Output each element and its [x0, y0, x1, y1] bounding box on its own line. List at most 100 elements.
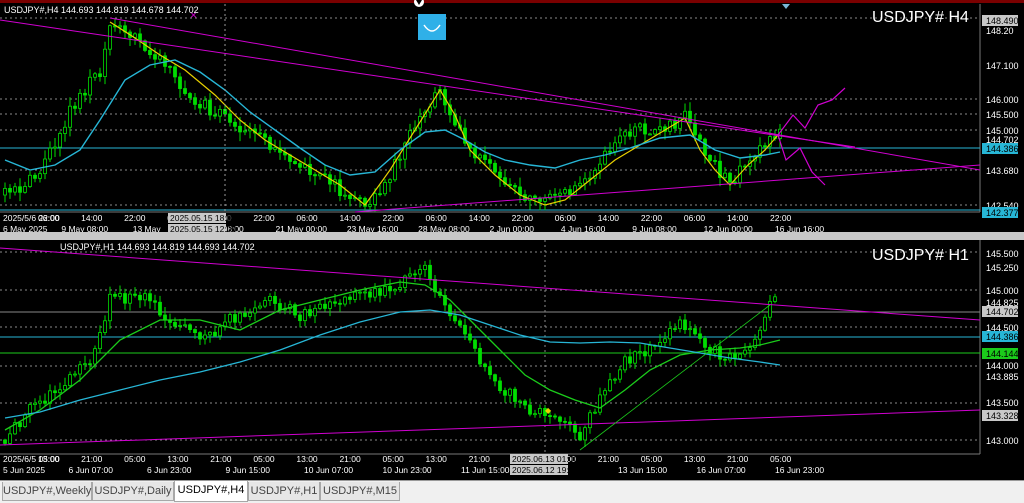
- candle-body: [598, 163, 602, 171]
- diamond-marker[interactable]: ◆: [545, 406, 552, 415]
- candle-body: [238, 312, 242, 323]
- trendlines-h4[interactable]: [0, 17, 981, 213]
- candle-body: [343, 296, 347, 305]
- candle-body: [128, 293, 132, 304]
- time-axis-label: 05:00: [770, 454, 792, 464]
- candle-body: [208, 331, 212, 336]
- shift-marker-icon[interactable]: [782, 4, 790, 9]
- time-axis-label: 05:00: [383, 454, 405, 464]
- tab-h1[interactable]: USDJPY#,H1: [248, 482, 320, 501]
- tab-m15[interactable]: USDJPY#,M15: [320, 482, 400, 501]
- chart-canvas-h1[interactable]: ◆ USDJPY#,H1 144.693 144.819 144.693 144…: [0, 240, 1024, 478]
- candle-body: [563, 420, 567, 423]
- candle-body: [553, 193, 557, 196]
- chart-canvas-h4[interactable]: × USDJPY#,H4 144.693 144.819 144.678 144…: [0, 0, 1024, 232]
- date-axis-label: 9 Jun 15:00: [226, 465, 271, 475]
- candle-body: [33, 402, 37, 405]
- candle-body: [668, 328, 672, 340]
- candle-body: [228, 314, 232, 323]
- candle-body: [678, 319, 682, 330]
- candle-body: [533, 195, 537, 199]
- candle-body: [208, 99, 212, 116]
- price-axis-label: 148.20: [986, 26, 1014, 36]
- chart-pane-h4[interactable]: × USDJPY#,H4 144.693 144.819 144.678 144…: [0, 0, 1024, 232]
- candle-body: [603, 390, 607, 396]
- candle-body: [508, 388, 512, 396]
- candle-body: [488, 366, 492, 376]
- candle-body: [78, 364, 82, 375]
- pane-separator[interactable]: [0, 232, 1024, 240]
- date-axis-label: 11 Jun 15:00: [461, 465, 510, 475]
- time-axis-label: 22:00: [641, 213, 663, 223]
- candle-body: [388, 286, 392, 292]
- candle-body: [608, 150, 612, 153]
- candle-body: [38, 173, 42, 179]
- candle-body: [348, 194, 352, 199]
- tab-weekly[interactable]: USDJPY#,Weekly: [2, 482, 92, 501]
- candle-body: [728, 353, 732, 361]
- tab-h4[interactable]: USDJPY#,H4: [174, 481, 248, 502]
- trendlines-h1[interactable]: [0, 247, 981, 446]
- candle-body: [33, 174, 37, 179]
- candle-body: [253, 307, 257, 314]
- candle-body: [298, 314, 302, 322]
- candle-body: [63, 126, 67, 134]
- candle-body: [303, 309, 307, 322]
- candle-body: [353, 291, 357, 300]
- candle-body: [623, 131, 627, 137]
- candle-body: [88, 76, 92, 96]
- candle-body: [308, 309, 312, 317]
- time-axis-label: 06:00: [684, 213, 706, 223]
- candle-body: [138, 33, 142, 42]
- candle-body: [478, 154, 482, 159]
- candle-body: [378, 193, 382, 196]
- candle-body: [673, 328, 677, 330]
- candle-body: [63, 385, 67, 391]
- candle-body: [198, 104, 202, 109]
- candle-body: [68, 374, 72, 386]
- candle-body: [373, 193, 377, 205]
- candle-body: [358, 291, 362, 294]
- candle-body: [728, 172, 732, 183]
- candle-body: [538, 408, 542, 415]
- candle-body: [78, 92, 82, 109]
- candle-body: [463, 324, 467, 335]
- time-axis-label: 13:00: [38, 454, 60, 464]
- candle-body: [153, 54, 157, 60]
- date-axis-label: 21 May 00:00: [275, 224, 327, 232]
- candle-body: [418, 269, 422, 275]
- candle-body: [693, 122, 697, 136]
- tab-daily[interactable]: USDJPY#,Daily: [92, 482, 174, 501]
- candle-body: [88, 363, 92, 366]
- candle-body: [93, 73, 97, 78]
- candle-body: [188, 93, 192, 99]
- price-axis-label: 145.000: [986, 286, 1019, 296]
- candle-body: [313, 174, 317, 177]
- time-axis-label: 13:00: [167, 454, 189, 464]
- candle-body: [533, 413, 537, 416]
- candle-body: [368, 204, 372, 207]
- date-axis-label: 10 Jun 07:00: [304, 465, 353, 475]
- candle-body: [708, 154, 712, 161]
- candle-body: [103, 48, 107, 77]
- chart-pane-h1[interactable]: ◆ USDJPY#,H1 144.693 144.819 144.693 144…: [0, 240, 1024, 478]
- candle-body: [73, 105, 77, 109]
- ma-slow-line: [4, 59, 781, 176]
- time-axis-label: 06:00: [426, 213, 448, 223]
- price-axis-label: 143.885: [986, 372, 1019, 382]
- time-marker-label: 2025.05.15 12:00: [170, 224, 236, 232]
- candle-body: [458, 320, 462, 326]
- candle-body: [643, 123, 647, 135]
- date-axis-label: 16 Jun 16:00: [775, 224, 824, 232]
- date-axis-label: 28 May 08:00: [418, 224, 470, 232]
- candle-body: [623, 356, 627, 371]
- candle-body: [233, 121, 237, 127]
- candle-body: [423, 264, 427, 270]
- candle-body: [638, 351, 642, 354]
- candle-body: [193, 97, 197, 105]
- date-axis-label: 12 Jun 00:00: [704, 224, 753, 232]
- candle-body: [278, 303, 282, 311]
- time-axis-label: 06:00: [296, 213, 318, 223]
- smile-curve-icon[interactable]: [418, 14, 446, 40]
- candle-body: [383, 286, 387, 296]
